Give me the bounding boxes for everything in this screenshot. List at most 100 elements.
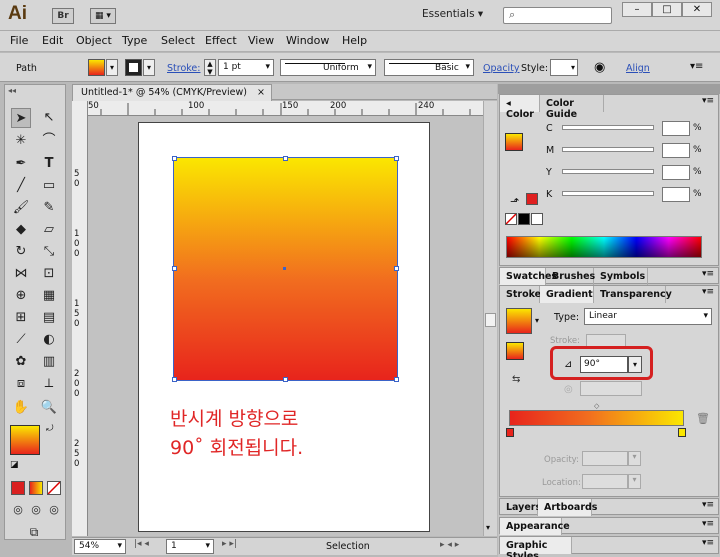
- panel-fill-swatch[interactable]: [505, 133, 523, 151]
- selection-handle[interactable]: [172, 266, 177, 271]
- blend-tool-icon[interactable]: ◐: [39, 330, 59, 350]
- none-mode-button[interactable]: [47, 481, 61, 495]
- status-menu-icon[interactable]: ▸ ◂ ▸: [440, 540, 459, 550]
- selection-handle[interactable]: [394, 377, 399, 382]
- toolbox-collapse-icon[interactable]: ◂◂: [8, 86, 16, 95]
- selection-handle[interactable]: [394, 156, 399, 161]
- minimize-button[interactable]: –: [622, 2, 652, 17]
- rectangle-tool-icon[interactable]: ▭: [39, 176, 59, 196]
- selection-handle[interactable]: [394, 266, 399, 271]
- channel-c-value[interactable]: [662, 121, 690, 136]
- style-dropdown[interactable]: ▾: [550, 59, 578, 76]
- lasso-tool-icon[interactable]: ⌒: [39, 131, 59, 151]
- close-button[interactable]: ✕: [682, 2, 712, 17]
- column-graph-tool-icon[interactable]: ▥: [39, 352, 59, 372]
- eyedropper-tool-icon[interactable]: ⟋: [11, 330, 31, 350]
- gradient-fill-swatch[interactable]: [506, 342, 524, 360]
- mesh-tool-icon[interactable]: ⊞: [11, 308, 31, 328]
- gradient-tool-icon[interactable]: ▤: [39, 308, 59, 328]
- channel-k-slider[interactable]: [562, 191, 654, 196]
- hand-tool-icon[interactable]: ✋: [11, 398, 31, 418]
- channel-k-value[interactable]: [662, 187, 690, 202]
- fill-dropdown-arrow[interactable]: ▾: [106, 59, 118, 76]
- graphic-styles-panel-menu-icon[interactable]: ▾≡: [702, 538, 714, 548]
- rotate-tool-icon[interactable]: ↻: [11, 242, 31, 262]
- gradient-panel-menu-icon[interactable]: ▾≡: [702, 287, 714, 297]
- stroke-swatch[interactable]: [125, 59, 142, 76]
- tab-layers[interactable]: Layers: [500, 499, 541, 516]
- tab-symbols[interactable]: Symbols: [594, 268, 648, 285]
- color-spectrum[interactable]: [506, 236, 702, 258]
- menu-select[interactable]: Select: [161, 34, 195, 47]
- menu-object[interactable]: Object: [76, 34, 112, 47]
- out-of-gamut-icon[interactable]: ⬏: [510, 195, 519, 208]
- magic-wand-tool-icon[interactable]: ✳: [11, 131, 31, 151]
- scale-tool-icon[interactable]: ⤡: [39, 242, 59, 262]
- recolor-artwork-icon[interactable]: ◉: [594, 60, 605, 75]
- swatches-panel-menu-icon[interactable]: ▾≡: [702, 269, 714, 279]
- channel-y-slider[interactable]: [562, 169, 654, 174]
- black-swatch[interactable]: [518, 213, 530, 225]
- tab-stroke[interactable]: Stroke: [500, 286, 541, 303]
- gradient-preset-arrow[interactable]: ▾: [535, 316, 539, 325]
- pen-tool-icon[interactable]: ✒: [11, 154, 31, 174]
- artboard-number-field[interactable]: 1 ▾: [166, 539, 214, 554]
- draw-behind-icon[interactable]: ◎: [26, 500, 46, 520]
- scroll-down-arrow[interactable]: ▾: [486, 523, 490, 532]
- symbol-sprayer-tool-icon[interactable]: ✿: [11, 352, 31, 372]
- workspace-switcher[interactable]: Essentials ▾: [422, 8, 483, 20]
- brush-dropdown[interactable]: Basic ▾: [384, 59, 474, 76]
- color-mode-button[interactable]: [11, 481, 25, 495]
- swap-fill-stroke-icon[interactable]: ⤾: [46, 424, 54, 434]
- type-tool-icon[interactable]: T: [39, 154, 59, 174]
- selection-handle[interactable]: [283, 156, 288, 161]
- tab-graphic-styles[interactable]: Graphic Styles: [500, 537, 572, 557]
- menu-type[interactable]: Type: [122, 34, 147, 47]
- gradient-preview-swatch[interactable]: [506, 308, 532, 334]
- stroke-dropdown-arrow[interactable]: ▾: [143, 59, 155, 76]
- menu-file[interactable]: File: [10, 34, 28, 47]
- menu-edit[interactable]: Edit: [42, 34, 63, 47]
- close-tab-icon[interactable]: ×: [257, 87, 265, 98]
- free-transform-tool-icon[interactable]: ⊡: [39, 264, 59, 284]
- menu-view[interactable]: View: [248, 34, 274, 47]
- tab-gradient[interactable]: Gradient: [540, 286, 594, 303]
- maximize-button[interactable]: □: [652, 2, 682, 17]
- arrange-documents-button[interactable]: ▦ ▾: [90, 8, 116, 24]
- tab-appearance[interactable]: Appearance: [500, 518, 570, 535]
- zoom-dropdown[interactable]: 54% ▾: [74, 539, 126, 554]
- gradient-midpoint-icon[interactable]: ◇: [594, 402, 599, 410]
- blob-brush-tool-icon[interactable]: ◆: [11, 220, 31, 240]
- bridge-button[interactable]: Br: [52, 8, 74, 24]
- menu-help[interactable]: Help: [342, 34, 367, 47]
- vertical-scrollbar[interactable]: ▾: [483, 101, 497, 536]
- document-tab[interactable]: Untitled-1* @ 54% (CMYK/Preview) ×: [72, 84, 272, 101]
- default-colors-icon[interactable]: ◪: [10, 460, 19, 470]
- channel-c-slider[interactable]: [562, 125, 654, 130]
- gradient-slider[interactable]: [509, 410, 684, 426]
- opacity-link[interactable]: Opacity: [483, 63, 520, 74]
- stroke-link[interactable]: Stroke:: [167, 63, 200, 74]
- next-artboard-icon[interactable]: ▸ ▸|: [222, 539, 237, 549]
- gradient-type-dropdown[interactable]: Linear ▾: [584, 308, 712, 325]
- draw-inside-icon[interactable]: ◎: [44, 500, 64, 520]
- selection-handle[interactable]: [283, 377, 288, 382]
- screen-mode-icon[interactable]: ⧉: [24, 522, 44, 542]
- menu-effect[interactable]: Effect: [205, 34, 237, 47]
- last-color-swatch[interactable]: [526, 193, 538, 205]
- appearance-panel-menu-icon[interactable]: ▾≡: [702, 519, 714, 529]
- tab-swatches[interactable]: Swatches: [500, 268, 557, 285]
- width-tool-icon[interactable]: ⋈: [11, 264, 31, 284]
- white-swatch[interactable]: [531, 213, 543, 225]
- draw-normal-icon[interactable]: ◎: [8, 500, 28, 520]
- delete-stop-icon[interactable]: 🗑: [696, 412, 710, 425]
- scroll-thumb[interactable]: [485, 313, 496, 327]
- control-menu-icon[interactable]: ▾≡: [690, 61, 703, 72]
- menu-window[interactable]: Window: [286, 34, 329, 47]
- gradient-mode-button[interactable]: [29, 481, 43, 495]
- selection-handle[interactable]: [172, 377, 177, 382]
- pencil-tool-icon[interactable]: ✎: [39, 198, 59, 218]
- selection-handle[interactable]: [172, 156, 177, 161]
- tab-color-guide[interactable]: Color Guide: [540, 95, 604, 120]
- channel-m-value[interactable]: [662, 143, 690, 158]
